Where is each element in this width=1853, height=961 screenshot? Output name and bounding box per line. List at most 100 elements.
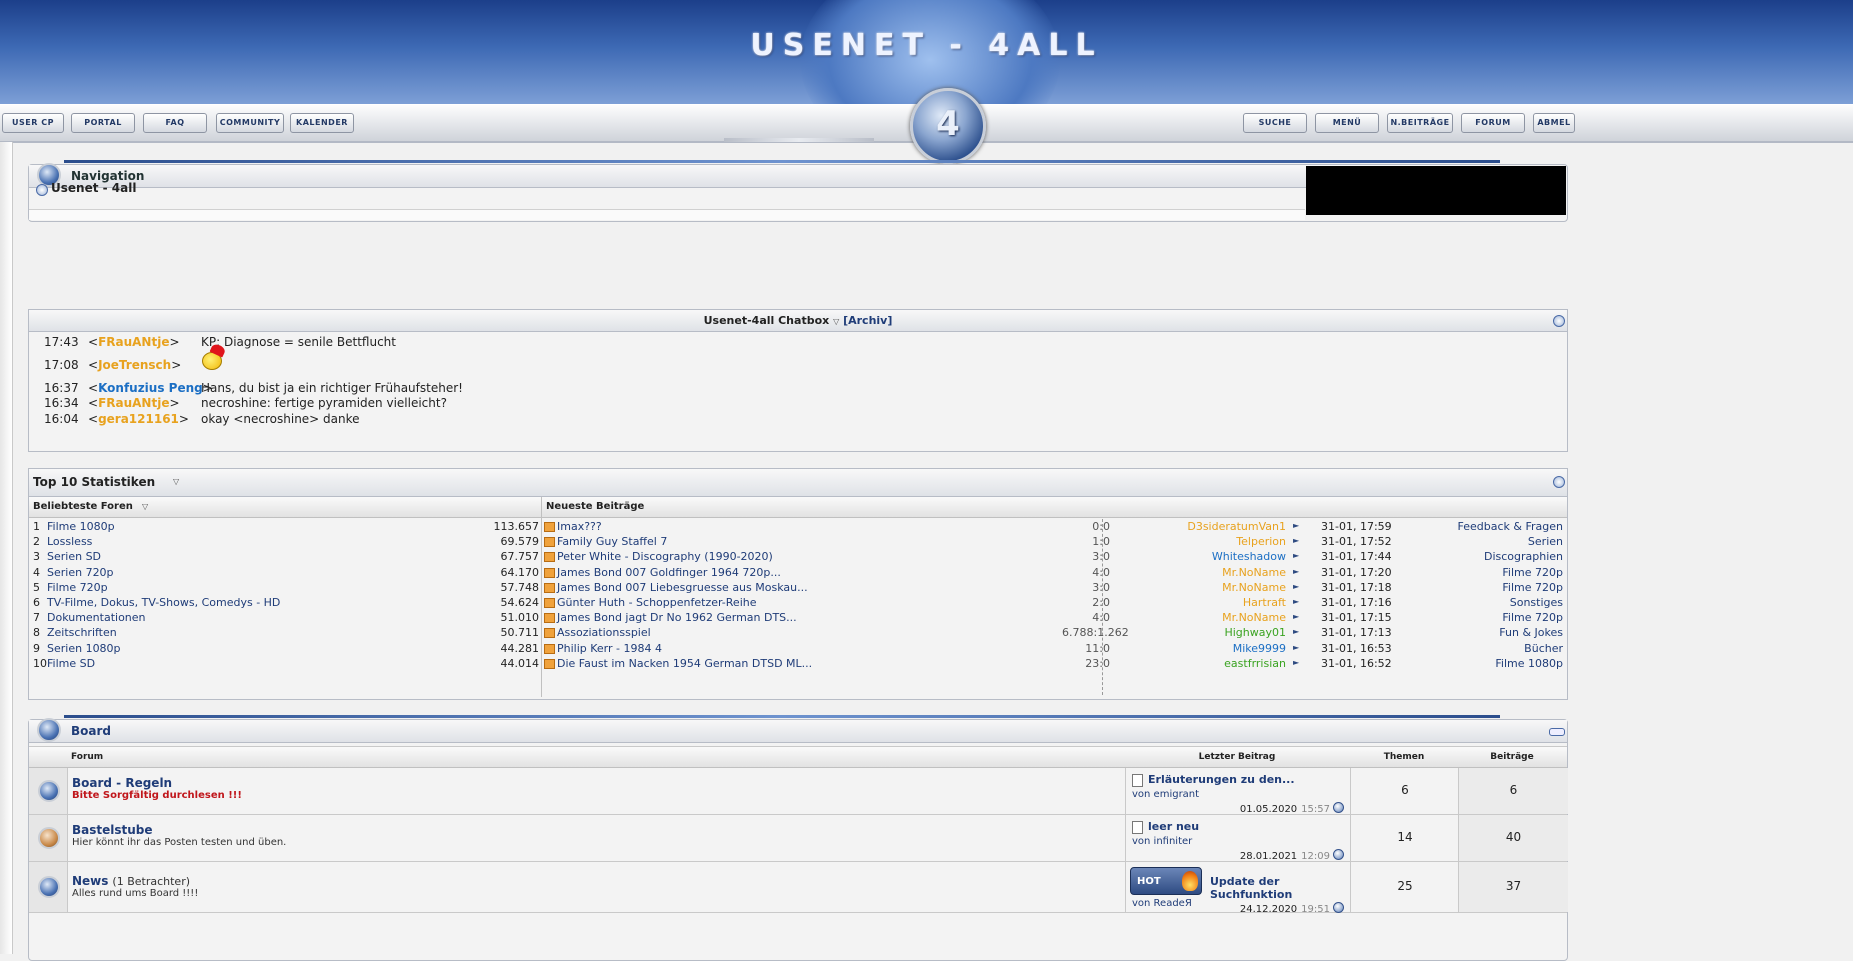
- board-collapse-icon[interactable]: [37, 718, 61, 742]
- nav-suche[interactable]: SUCHE: [1243, 113, 1307, 133]
- forum-name-link[interactable]: Filme SD: [47, 657, 95, 670]
- go-last-post-icon[interactable]: ►: [1293, 597, 1299, 606]
- popular-forums-header[interactable]: Beliebteste Foren: [33, 501, 133, 512]
- go-last-post-icon[interactable]: ►: [1293, 612, 1299, 621]
- emblem-logo: 4: [936, 104, 960, 144]
- go-to-last-post-icon[interactable]: [1333, 802, 1344, 813]
- last-post-title-link[interactable]: leer neu: [1148, 820, 1199, 833]
- post-author-link[interactable]: Whiteshadow: [1122, 550, 1286, 563]
- go-last-post-icon[interactable]: ►: [1293, 658, 1299, 667]
- post-forum-link[interactable]: Sonstiges: [1510, 596, 1563, 609]
- post-forum-link[interactable]: Filme 720p: [1502, 611, 1563, 624]
- top10-collapse-icon[interactable]: [1553, 476, 1565, 488]
- post-forum-link[interactable]: Serien: [1528, 535, 1563, 548]
- go-last-post-icon[interactable]: ►: [1293, 536, 1299, 545]
- nav-kalender[interactable]: KALENDER: [290, 113, 354, 133]
- chat-user-name[interactable]: FRauANtje: [98, 396, 169, 410]
- chat-username[interactable]: <FRauANtje>: [88, 396, 180, 410]
- chatbox-title[interactable]: Usenet-4all Chatbox: [704, 314, 830, 327]
- post-title-link[interactable]: Peter White - Discography (1990-2020): [557, 550, 773, 563]
- breadcrumb-current[interactable]: Usenet - 4all: [51, 181, 136, 195]
- post-author-link[interactable]: Mike9999: [1122, 642, 1286, 655]
- forum-name-link[interactable]: Zeitschriften: [47, 626, 117, 639]
- post-forum-link[interactable]: Filme 1080p: [1495, 657, 1563, 670]
- sort-arrow-icon[interactable]: ▽: [142, 502, 148, 511]
- go-last-post-icon[interactable]: ►: [1293, 582, 1299, 591]
- forum-name-link[interactable]: Serien SD: [47, 550, 101, 563]
- chat-user-name[interactable]: Konfuzius Peng: [98, 381, 203, 395]
- post-author-link[interactable]: D3sideratumVan1: [1122, 520, 1286, 533]
- post-title-link[interactable]: Philip Kerr - 1984 4: [557, 642, 662, 655]
- go-last-post-icon[interactable]: ►: [1293, 627, 1299, 636]
- post-title-link[interactable]: James Bond 007 Liebesgruesse aus Moskau.…: [557, 581, 808, 594]
- flame-icon: [1182, 871, 1198, 891]
- post-forum-link[interactable]: Bücher: [1524, 642, 1563, 655]
- last-post-author[interactable]: von ReadeЯ: [1132, 898, 1192, 909]
- go-to-last-post-icon[interactable]: [1333, 849, 1344, 860]
- forum-name-link[interactable]: Dokumentationen: [47, 611, 146, 624]
- post-author-link[interactable]: eastfrrisian: [1122, 657, 1286, 670]
- post-author-link[interactable]: Telperion: [1122, 535, 1286, 548]
- chat-username[interactable]: <JoeTrensch>: [88, 358, 181, 372]
- post-title-link[interactable]: James Bond jagt Dr No 1962 German DTS...: [557, 611, 797, 624]
- post-title-link[interactable]: Imax???: [557, 520, 602, 533]
- post-forum-link[interactable]: Filme 720p: [1502, 581, 1563, 594]
- nav-user-cp[interactable]: USER CP: [2, 113, 64, 133]
- nav-portal[interactable]: PORTAL: [71, 113, 135, 133]
- forum-name-link[interactable]: Lossless: [47, 535, 92, 548]
- forum-name-link[interactable]: Bastelstube: [72, 823, 153, 837]
- go-last-post-icon[interactable]: ►: [1293, 551, 1299, 560]
- site-logo[interactable]: USENET - 4ALL: [0, 28, 1853, 63]
- post-title-link[interactable]: Assoziationsspiel: [557, 626, 651, 639]
- dropdown-arrow-icon[interactable]: ▽: [833, 317, 839, 326]
- post-author-link[interactable]: Mr.NoName: [1122, 566, 1286, 579]
- site-emblem[interactable]: 4: [910, 88, 986, 164]
- nav-forum[interactable]: FORUM: [1461, 113, 1525, 133]
- nav-abmelden[interactable]: ABMEL: [1533, 113, 1575, 133]
- forum-name-link[interactable]: Serien 1080p: [47, 642, 121, 655]
- post-title-link[interactable]: Günter Huth - Schoppenfetzer-Reihe: [557, 596, 757, 609]
- forum-name-link[interactable]: Filme 720p: [47, 581, 108, 594]
- chatbox-collapse-icon[interactable]: [1553, 315, 1565, 327]
- chatbox-archive-link[interactable]: [Archiv]: [843, 314, 892, 327]
- post-author-link[interactable]: Hartraft: [1122, 596, 1286, 609]
- chat-username[interactable]: <gera121161>: [88, 412, 189, 426]
- post-forum-link[interactable]: Discographien: [1484, 550, 1563, 563]
- last-post-author[interactable]: von infiniter: [1132, 836, 1192, 847]
- last-post-title-link[interactable]: Update der Suchfunktion: [1210, 875, 1350, 901]
- chat-username[interactable]: <FRauANtje>: [88, 335, 180, 349]
- go-last-post-icon[interactable]: ►: [1293, 643, 1299, 652]
- chat-user-name[interactable]: gera121161: [98, 412, 179, 426]
- nav-neue-beitraege[interactable]: N.BEITRÄGE: [1387, 113, 1453, 133]
- chat-user-name[interactable]: FRauANtje: [98, 335, 169, 349]
- folder-icon: [544, 598, 555, 608]
- top10-dropdown-icon[interactable]: ▽: [173, 477, 179, 486]
- nav-faq[interactable]: FAQ: [143, 113, 207, 133]
- post-title-link[interactable]: Family Guy Staffel 7: [557, 535, 667, 548]
- go-last-post-icon[interactable]: ►: [1293, 521, 1299, 530]
- post-author-link[interactable]: Mr.NoName: [1122, 581, 1286, 594]
- go-last-post-icon[interactable]: ►: [1293, 567, 1299, 576]
- forum-name-link[interactable]: Board - Regeln: [72, 776, 172, 790]
- last-post-title-link[interactable]: Erläuterungen zu den...: [1148, 773, 1295, 786]
- nav-community[interactable]: COMMUNITY: [216, 113, 284, 133]
- nav-menu[interactable]: MENÜ: [1315, 113, 1379, 133]
- post-author-link[interactable]: Mr.NoName: [1122, 611, 1286, 624]
- top10-title[interactable]: Top 10 Statistiken: [33, 475, 155, 489]
- post-forum-link[interactable]: Feedback & Fragen: [1458, 520, 1563, 533]
- post-forum-link[interactable]: Fun & Jokes: [1499, 626, 1563, 639]
- last-post-author[interactable]: von emigrant: [1132, 789, 1199, 800]
- forum-name-link[interactable]: Filme 1080p: [47, 520, 115, 533]
- chat-username[interactable]: <Konfuzius Peng>: [88, 381, 213, 395]
- forum-name-link[interactable]: TV-Filme, Dokus, TV-Shows, Comedys - HD: [47, 596, 280, 609]
- chat-user-name[interactable]: JoeTrensch: [98, 358, 171, 372]
- post-title-link[interactable]: James Bond 007 Goldfinger 1964 720p...: [557, 566, 781, 579]
- post-forum-link[interactable]: Filme 720p: [1502, 566, 1563, 579]
- post-author-link[interactable]: Highway01: [1122, 626, 1286, 639]
- board-minimize-icon[interactable]: [1549, 728, 1565, 736]
- go-to-last-post-icon[interactable]: [1333, 902, 1344, 913]
- forum-name-link[interactable]: Serien 720p: [47, 566, 114, 579]
- post-title-link[interactable]: Die Faust im Nacken 1954 German DTSD ML.…: [557, 657, 812, 670]
- chat-user-open: <: [88, 358, 99, 372]
- forum-name-link[interactable]: News: [72, 874, 108, 888]
